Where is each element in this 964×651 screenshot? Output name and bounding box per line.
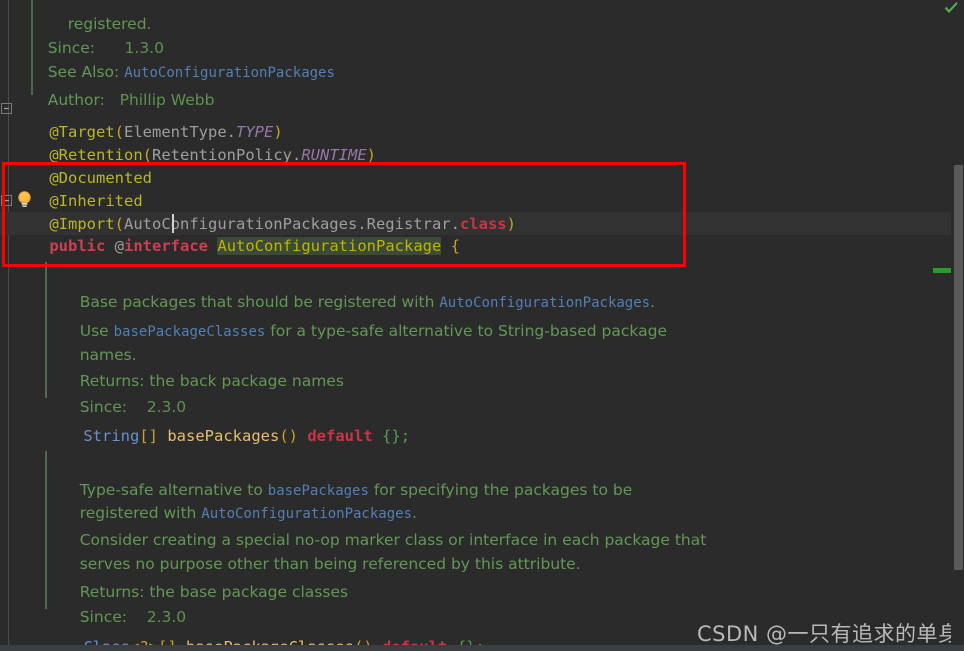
lightbulb-intention-icon[interactable] — [16, 190, 33, 209]
inspection-ok-check-icon[interactable] — [944, 1, 959, 15]
keyword-default: default — [307, 427, 373, 445]
dot-separator: . — [291, 146, 302, 164]
csdn-watermark: CSDN @一只有追求的单身狗 — [697, 622, 964, 646]
method-body-braces: {} — [382, 427, 401, 445]
scrollbar-marker-stripe[interactable] — [933, 268, 951, 273]
editor-scrollbar[interactable] — [951, 0, 964, 651]
keyword-interface: interface — [124, 237, 209, 255]
annotation-retention-class: RetentionPolicy — [152, 146, 292, 164]
method-parens: () — [279, 427, 298, 445]
type-name-autoconfigurationpackage[interactable]: AutoConfigurationPackage — [217, 237, 442, 255]
code-editor[interactable]: registered. Since: 1.3.0 See Also: AutoC… — [0, 0, 964, 651]
at-sign: @ — [114, 237, 125, 255]
array-brackets: [] — [139, 427, 158, 445]
paren-close: ) — [366, 146, 376, 164]
method-name-basepackages[interactable]: basePackages — [167, 427, 279, 445]
semicolon: ; — [400, 427, 411, 445]
doc-comment-indent-bar — [45, 451, 47, 609]
keyword-public: public — [49, 237, 106, 255]
text-caret — [172, 214, 174, 233]
paren-close: ) — [506, 215, 516, 233]
return-type-string: String — [83, 427, 140, 445]
fold-expanded-icon[interactable] — [1, 103, 12, 114]
indent-guide-line — [8, 0, 9, 651]
scrollbar-thumb[interactable] — [954, 165, 963, 570]
doc-text: for a type-safe alternative to String-ba… — [265, 322, 667, 340]
doc-comment-indent-bar — [45, 262, 47, 398]
annotation-import-class-keyword: class — [459, 215, 507, 233]
editor-bottom-edge — [0, 645, 964, 651]
brace-open: { — [450, 237, 461, 255]
fold-expanded-icon[interactable] — [1, 195, 12, 206]
annotation-retention-const: RUNTIME — [301, 146, 367, 164]
